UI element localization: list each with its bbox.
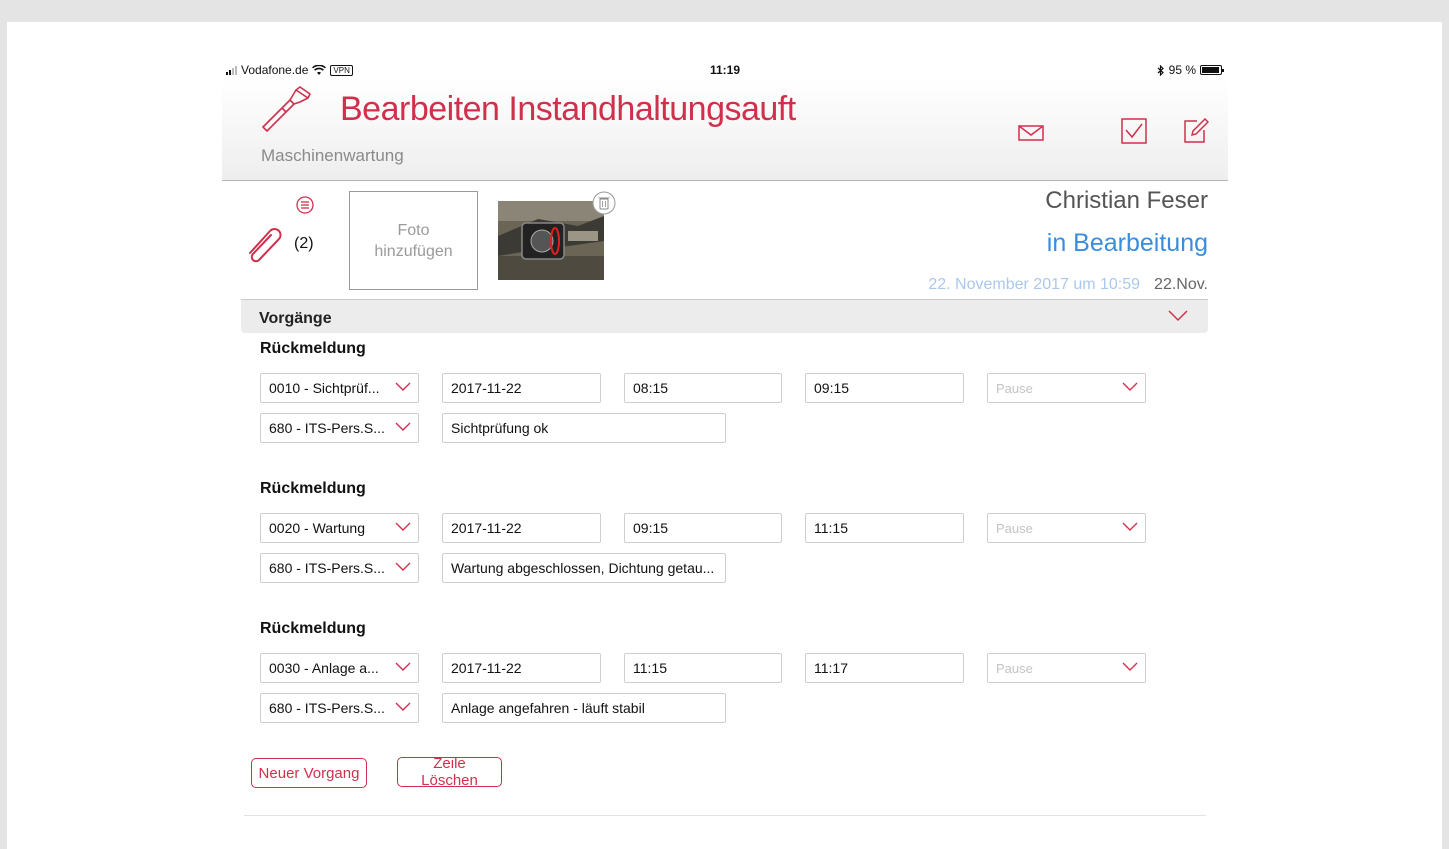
person-select[interactable]: 680 - ITS-Pers.S... [260,413,419,443]
chevron-down-icon [395,382,411,391]
start-time-field[interactable]: 08:15 [624,373,782,403]
chevron-down-icon [1122,522,1138,531]
chevron-down-icon [395,522,411,531]
list-icon[interactable] [296,196,314,214]
pause-select[interactable]: Pause [987,373,1146,403]
entry-block: Rückmeldung 0010 - Sichtprüf... 2017-11-… [241,340,1208,460]
chevron-down-icon [395,702,411,711]
chevron-down-icon [1122,662,1138,671]
person-value: 680 - ITS-Pers.S... [269,560,385,576]
person-value: 680 - ITS-Pers.S... [269,420,385,436]
pause-select[interactable]: Pause [987,653,1146,683]
person-value: 680 - ITS-Pers.S... [269,700,385,716]
entry-title: Rückmeldung [260,480,366,497]
operation-select[interactable]: 0020 - Wartung [260,513,419,543]
status-right: 95 % [1157,63,1224,77]
new-operation-button[interactable]: Neuer Vorgang [251,758,367,788]
start-time-field[interactable]: 09:15 [624,513,782,543]
ios-status-bar: Vodafone.de VPN 11:19 95 % [222,60,1228,80]
operation-select[interactable]: 0010 - Sichtprüf... [260,373,419,403]
chevron-down-icon [395,662,411,671]
created-datetime: 22. November 2017 um 10:59 22.Nov. [928,276,1208,294]
entry-block: Rückmeldung 0020 - Wartung 2017-11-22 09… [241,480,1208,600]
paperclip-icon[interactable] [244,223,286,263]
battery-icon [1200,65,1224,75]
note-field[interactable]: Anlage angefahren - läuft stabil [442,693,726,723]
person-select[interactable]: 680 - ITS-Pers.S... [260,693,419,723]
operation-value: 0010 - Sichtprüf... [269,380,380,396]
window-right-border [1442,22,1449,849]
pause-placeholder: Pause [996,660,1033,676]
pause-placeholder: Pause [996,520,1033,536]
battery-percent: 95 % [1168,63,1196,77]
add-photo-button[interactable]: Foto hinzufügen [349,191,478,290]
attachment-count: (2) [294,235,314,252]
entry-block: Rückmeldung 0030 - Anlage a... 2017-11-2… [241,620,1208,740]
status-time: 11:19 [709,63,741,77]
pause-placeholder: Pause [996,380,1033,396]
person-select[interactable]: 680 - ITS-Pers.S... [260,553,419,583]
photo-thumbnail-image [498,201,604,280]
mail-icon[interactable] [1018,124,1044,142]
chevron-down-icon[interactable] [1168,310,1188,322]
bluetooth-icon [1157,64,1164,76]
operation-value: 0020 - Wartung [269,520,365,536]
date-field[interactable]: 2017-11-22 [442,513,601,543]
end-time-field[interactable]: 09:15 [805,373,964,403]
window-top-strip [0,0,1449,22]
section-title: Vorgänge [259,310,332,327]
delete-row-button[interactable]: Zeile Löschen [397,755,502,789]
window-left-border [0,22,7,849]
delete-photo-icon[interactable] [592,191,616,215]
order-meta: (2) Foto hinzufügen Christian Feser in B… [222,181,1228,299]
end-time-field[interactable]: 11:17 [805,653,964,683]
entry-title: Rückmeldung [260,620,366,637]
datetime-long: 22. November 2017 um 10:59 [928,276,1141,293]
app-header: Bearbeiten Instandhaltungsauft Maschinen… [222,80,1228,181]
section-vorgaenge[interactable]: Vorgänge [241,299,1208,333]
entry-title: Rückmeldung [260,340,366,357]
checkbox-icon[interactable] [1121,118,1147,144]
divider [244,815,1206,816]
operation-select[interactable]: 0030 - Anlage a... [260,653,419,683]
note-field[interactable]: Sichtprüfung ok [442,413,726,443]
edit-icon[interactable] [1183,118,1209,144]
order-status: in Bearbeitung [1046,229,1208,257]
end-time-field[interactable]: 11:15 [805,513,964,543]
chevron-down-icon [395,562,411,571]
operation-value: 0030 - Anlage a... [269,660,379,676]
start-time-field[interactable]: 11:15 [624,653,782,683]
datetime-short: 22.Nov. [1154,276,1208,293]
date-field[interactable]: 2017-11-22 [442,373,601,403]
page-title: Bearbeiten Instandhaltungsauft [340,90,796,128]
page-subtitle: Maschinenwartung [261,146,404,165]
owner-name: Christian Feser [1045,187,1208,214]
note-field[interactable]: Wartung abgeschlossen, Dichtung getau... [442,553,726,583]
date-field[interactable]: 2017-11-22 [442,653,601,683]
pause-select[interactable]: Pause [987,513,1146,543]
chevron-down-icon [1122,382,1138,391]
wrench-caliper-icon [262,86,311,132]
photo-thumbnail[interactable] [498,201,604,280]
chevron-down-icon [395,422,411,431]
